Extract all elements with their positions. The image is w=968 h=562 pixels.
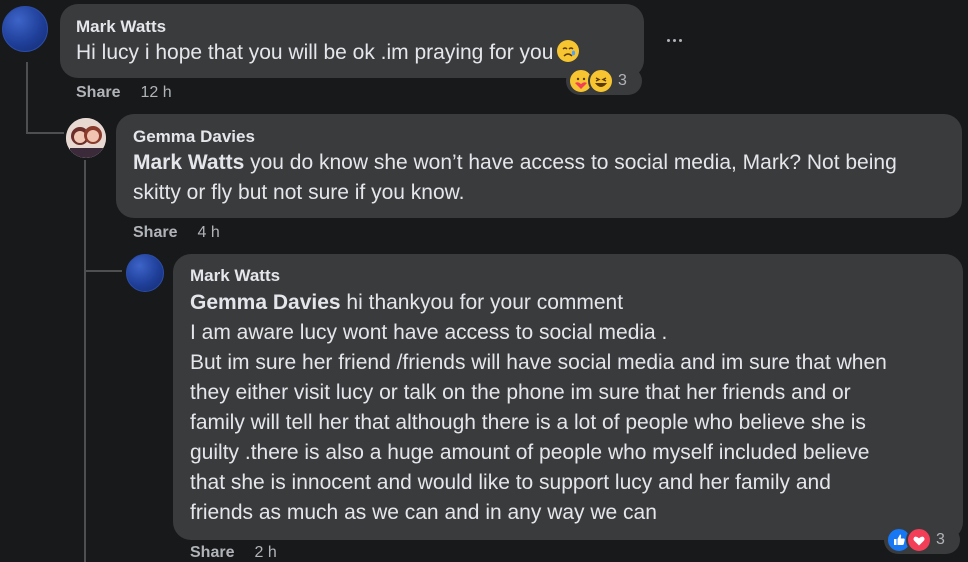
thread-line	[26, 62, 28, 134]
comment-actions: Share 12 h	[76, 84, 172, 102]
share-link[interactable]: Share	[190, 544, 234, 561]
reaction-summary[interactable]: 3	[566, 67, 642, 95]
crying-face-emoji-icon	[557, 40, 580, 62]
timestamp[interactable]: 4 h	[197, 224, 219, 241]
timestamp[interactable]: 2 h	[254, 544, 276, 561]
comment-author[interactable]: Mark Watts	[190, 266, 280, 286]
thread-line-curve	[84, 270, 122, 272]
comment-author[interactable]: Gemma Davies	[133, 127, 255, 147]
share-link[interactable]: Share	[133, 224, 177, 241]
thread-line-curve	[26, 132, 64, 134]
comment-text: Mark Watts you do know she won’t have ac…	[133, 151, 897, 204]
comment-author[interactable]: Mark Watts	[76, 17, 166, 37]
comment-text: Hi lucy i hope that you will be ok .im p…	[76, 38, 580, 68]
thread-line	[84, 160, 86, 562]
mention-link[interactable]: Gemma Davies	[190, 291, 341, 314]
love-icon	[906, 527, 932, 553]
reaction-summary[interactable]: 3	[884, 526, 960, 554]
timestamp[interactable]: 12 h	[140, 84, 171, 101]
more-options-icon[interactable]	[660, 30, 688, 50]
comment-actions: Share 4 h	[133, 224, 220, 242]
reaction-count: 3	[936, 531, 945, 548]
avatar[interactable]	[2, 6, 48, 52]
share-link[interactable]: Share	[76, 84, 120, 101]
comment-text: Gemma Davies hi thankyou for your commen…	[190, 291, 887, 524]
mention-link[interactable]: Mark Watts	[133, 151, 244, 174]
haha-icon	[588, 68, 614, 94]
comment-actions: Share 2 h	[190, 544, 277, 562]
avatar[interactable]	[126, 254, 164, 292]
avatar[interactable]	[66, 118, 106, 158]
reaction-count: 3	[618, 72, 627, 89]
